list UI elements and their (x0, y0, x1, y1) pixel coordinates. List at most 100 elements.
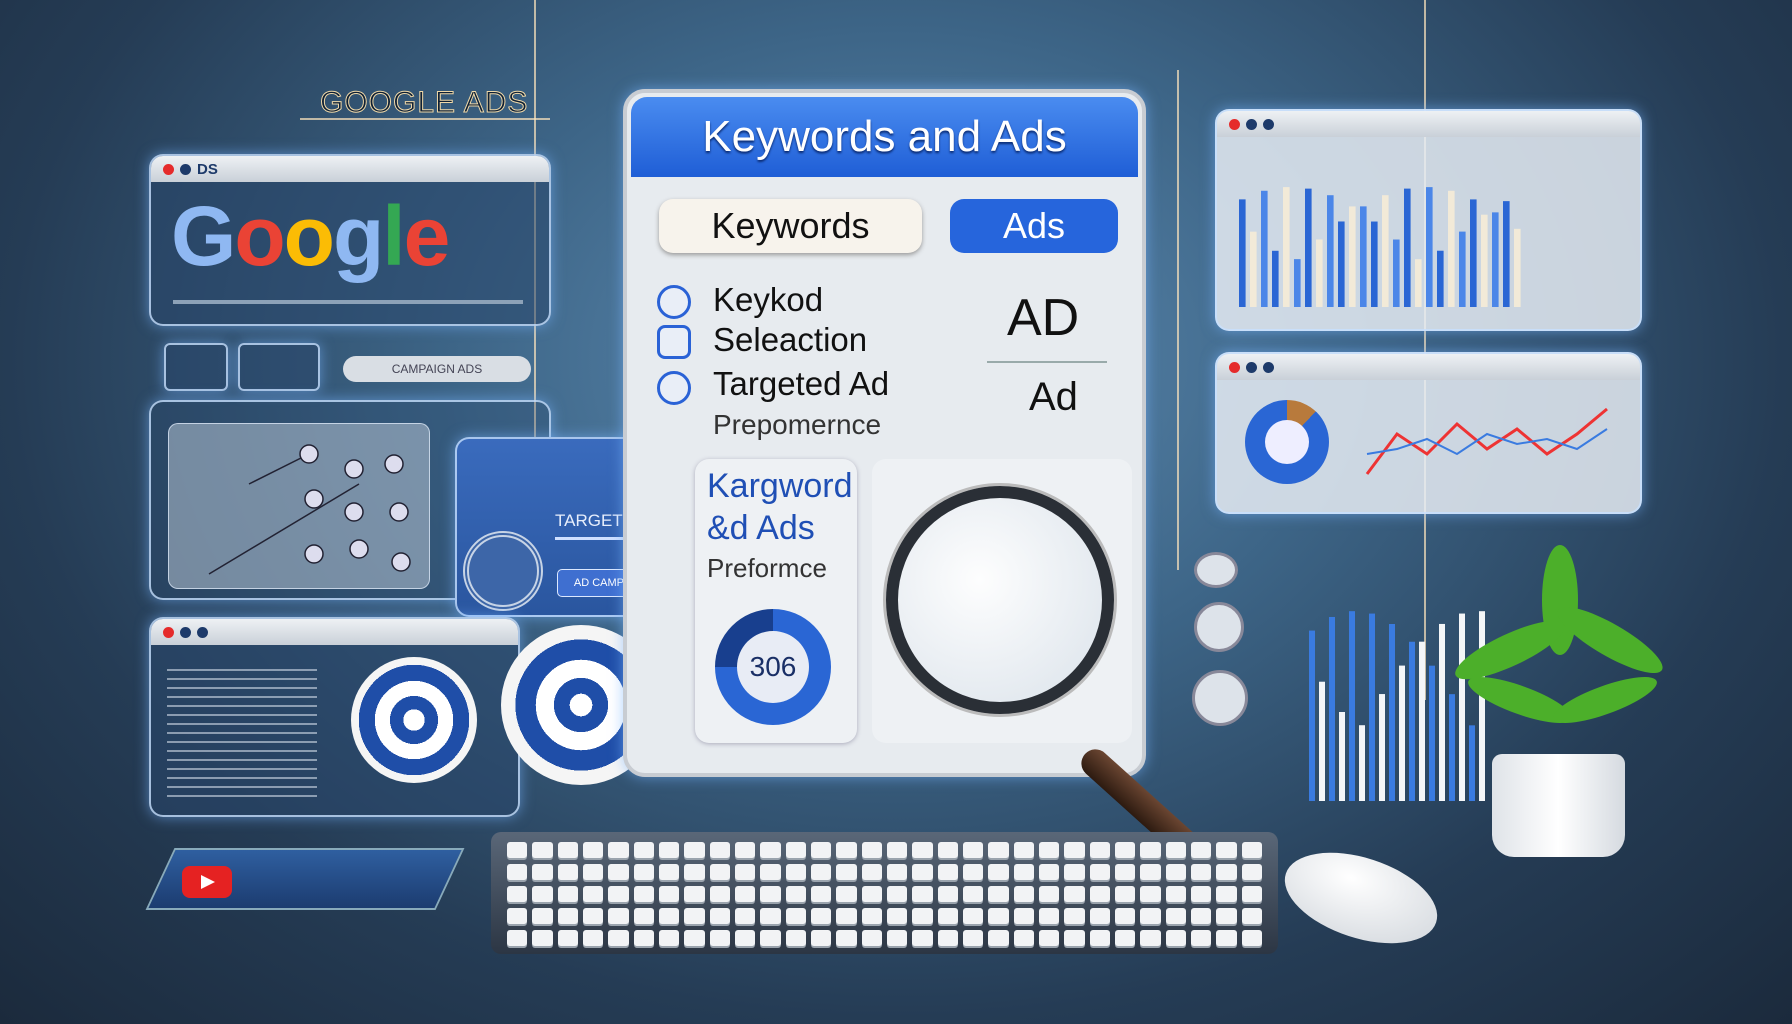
keyboard-key[interactable] (912, 886, 933, 902)
list-item[interactable]: Keykod (713, 281, 823, 319)
keyboard-key[interactable] (1064, 864, 1085, 880)
keyboard-key[interactable] (709, 886, 730, 902)
keyboard-key[interactable] (735, 930, 756, 946)
keyboard-key[interactable] (1140, 930, 1161, 946)
keyboard-key[interactable] (912, 930, 933, 946)
keyboard-key[interactable] (1039, 864, 1060, 880)
keyboard-key[interactable] (912, 908, 933, 924)
keyboard-key[interactable] (557, 908, 578, 924)
keyboard-key[interactable] (836, 864, 857, 880)
keyboard-key[interactable] (811, 864, 832, 880)
keyboard-key[interactable] (633, 930, 654, 946)
keyboard-key[interactable] (785, 908, 806, 924)
keyboard-key[interactable] (988, 886, 1009, 902)
keyboard-key[interactable] (1013, 886, 1034, 902)
keyboard-key[interactable] (1039, 908, 1060, 924)
keyboard-key[interactable] (836, 886, 857, 902)
keyboard-key[interactable] (1241, 842, 1262, 858)
keyboard-key[interactable] (1191, 930, 1212, 946)
keyboard-key[interactable] (811, 842, 832, 858)
keyboard-key[interactable] (532, 930, 553, 946)
keyboard-key[interactable] (861, 886, 882, 902)
keyboard-key[interactable] (937, 886, 958, 902)
circle-icon-button[interactable] (1194, 602, 1244, 652)
keyboard-key[interactable] (963, 864, 984, 880)
keyboard-key[interactable] (583, 930, 604, 946)
keyboard-key[interactable] (1216, 864, 1237, 880)
keyboard-key[interactable] (659, 930, 680, 946)
keyboard-key[interactable] (1039, 930, 1060, 946)
keyboard-key[interactable] (1064, 908, 1085, 924)
close-dot[interactable] (163, 163, 174, 175)
keyboard-key[interactable] (1216, 908, 1237, 924)
keyboard-key[interactable] (988, 930, 1009, 946)
minimize-dot[interactable] (180, 163, 191, 175)
keyboard-key[interactable] (507, 908, 528, 924)
circle-icon-button[interactable] (1192, 670, 1248, 726)
keyboard-key[interactable] (532, 864, 553, 880)
keyboard-key[interactable] (659, 886, 680, 902)
keyboard-key[interactable] (532, 886, 553, 902)
keyboard-key[interactable] (912, 864, 933, 880)
keyboard-key[interactable] (532, 842, 553, 858)
keyboard-key[interactable] (583, 886, 604, 902)
keyboard-key[interactable] (1064, 886, 1085, 902)
keyboard-key[interactable] (1039, 842, 1060, 858)
keyboard-key[interactable] (1191, 908, 1212, 924)
keyboard-key[interactable] (1089, 930, 1110, 946)
keyboard-key[interactable] (583, 908, 604, 924)
keyboard-key[interactable] (583, 842, 604, 858)
keyboard-key[interactable] (709, 864, 730, 880)
keyboard-key[interactable] (557, 842, 578, 858)
keyboard-key[interactable] (760, 864, 781, 880)
keyboard-key[interactable] (608, 842, 629, 858)
keyboard-key[interactable] (608, 864, 629, 880)
keyboard-key[interactable] (1241, 864, 1262, 880)
keyboard-key[interactable] (507, 886, 528, 902)
keyboard-key[interactable] (507, 842, 528, 858)
keyboard-key[interactable] (912, 842, 933, 858)
keyboard-key[interactable] (785, 864, 806, 880)
keyboard-key[interactable] (887, 864, 908, 880)
keyboard-key[interactable] (988, 842, 1009, 858)
keyboard-key[interactable] (1165, 842, 1186, 858)
tab-ads[interactable]: Ads (950, 199, 1118, 253)
keyboard-key[interactable] (557, 864, 578, 880)
keyboard-key[interactable] (963, 908, 984, 924)
keyboard-key[interactable] (887, 908, 908, 924)
keyboard-key[interactable] (937, 908, 958, 924)
keyboard-key[interactable] (963, 930, 984, 946)
campaign-ads-button[interactable]: CAMPAIGN ADS (343, 356, 531, 382)
keyboard-key[interactable] (937, 930, 958, 946)
list-item[interactable]: Prepomernce (713, 409, 881, 441)
keyboard-key[interactable] (1191, 864, 1212, 880)
keyboard-key[interactable] (1241, 908, 1262, 924)
keyboard-key[interactable] (785, 930, 806, 946)
keyboard-key[interactable] (1165, 864, 1186, 880)
keyboard-key[interactable] (861, 864, 882, 880)
list-item[interactable]: Seleaction (713, 321, 867, 359)
keyboard-key[interactable] (507, 930, 528, 946)
keyboard-key[interactable] (709, 908, 730, 924)
keyboard-key[interactable] (608, 886, 629, 902)
keyboard-key[interactable] (785, 842, 806, 858)
keyboard-key[interactable] (887, 886, 908, 902)
keyboard-key[interactable] (633, 864, 654, 880)
keyboard-key[interactable] (684, 930, 705, 946)
keyboard-key[interactable] (1089, 864, 1110, 880)
keyboard-key[interactable] (861, 842, 882, 858)
keyboard-key[interactable] (937, 864, 958, 880)
keyboard-key[interactable] (836, 930, 857, 946)
keyboard-key[interactable] (1115, 886, 1136, 902)
circle-icon-button[interactable] (1194, 552, 1238, 588)
keyboard-key[interactable] (633, 842, 654, 858)
keyboard-key[interactable] (1064, 842, 1085, 858)
keyboard-key[interactable] (1216, 930, 1237, 946)
keyboard-key[interactable] (608, 930, 629, 946)
keyboard-key[interactable] (1089, 842, 1110, 858)
keyboard-key[interactable] (1191, 886, 1212, 902)
keyboard-key[interactable] (735, 908, 756, 924)
keyboard-key[interactable] (557, 930, 578, 946)
keyboard-key[interactable] (1216, 886, 1237, 902)
icon-button[interactable] (238, 343, 320, 391)
